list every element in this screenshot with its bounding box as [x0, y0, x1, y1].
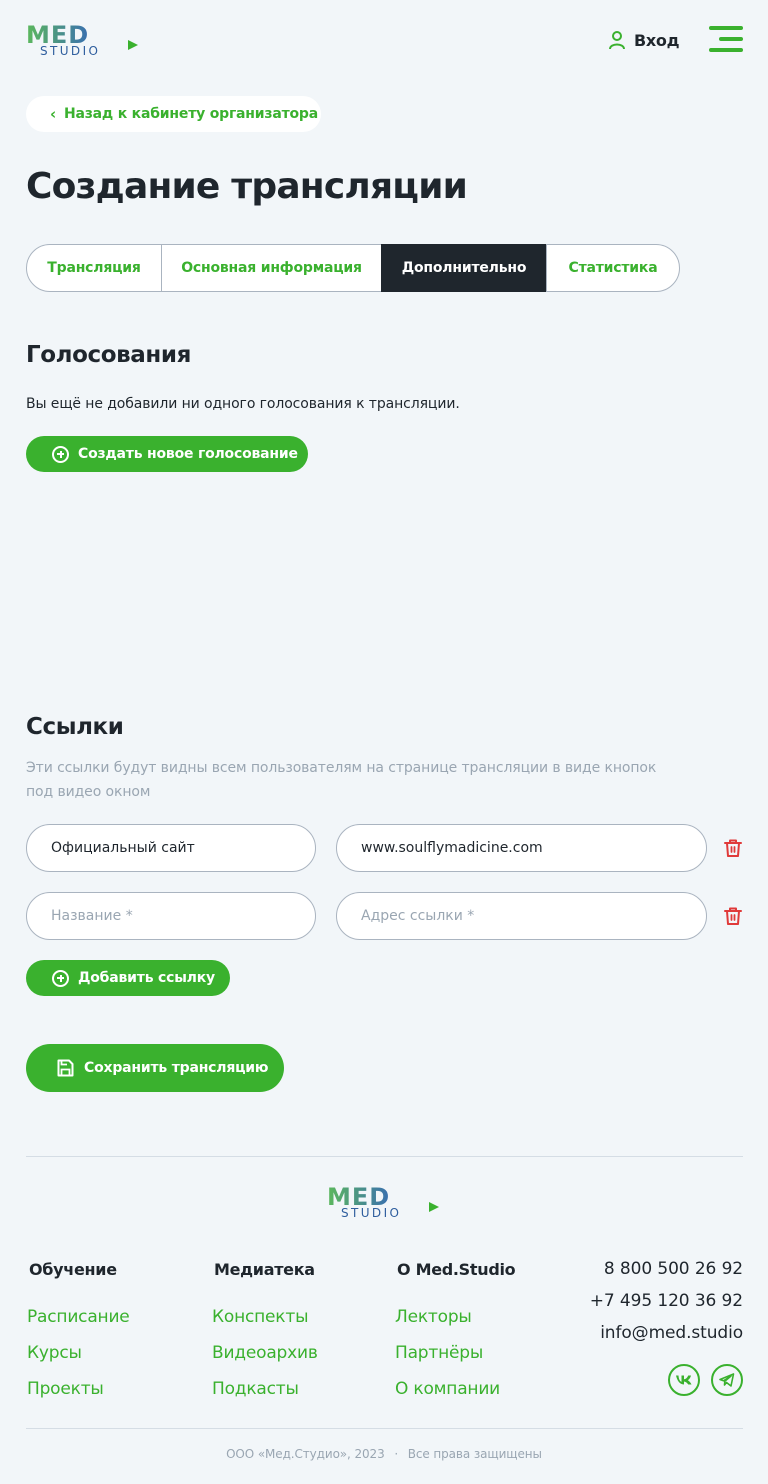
trash-icon	[724, 907, 742, 925]
footer-col-about-title: О Med.Studio	[397, 1260, 516, 1279]
footer-link-podcasts[interactable]: Подкасты	[212, 1379, 299, 1399]
copyright-separator: ·	[394, 1447, 399, 1461]
create-vote-button[interactable]: Создать новое голосование	[26, 436, 308, 472]
footer-link-schedule[interactable]: Расписание	[27, 1307, 130, 1327]
delete-link-button[interactable]	[723, 838, 743, 862]
back-to-cabinet-link[interactable]: ‹ Назад к кабинету организатора	[26, 96, 321, 132]
links-description-line1: Эти ссылки будут видны всем пользователя…	[26, 760, 657, 776]
footer-col-media-title: Медиатека	[214, 1260, 315, 1279]
footer-phone-2[interactable]: +7 495 120 36 92	[590, 1291, 743, 1311]
link-name-input[interactable]	[26, 892, 316, 940]
login-label: Вход	[634, 30, 680, 50]
tab-main-info[interactable]: Основная информация	[161, 244, 382, 292]
links-title: Ссылки	[26, 714, 124, 740]
votes-title: Голосования	[26, 342, 191, 368]
footer-divider	[26, 1156, 743, 1157]
link-url-input[interactable]	[336, 824, 707, 872]
plus-circle-icon	[52, 445, 69, 463]
menu-burger-icon[interactable]	[709, 26, 743, 52]
chevron-left-icon: ‹	[50, 105, 56, 123]
add-link-button[interactable]: Добавить ссылку	[26, 960, 230, 996]
footer-link-courses[interactable]: Курсы	[27, 1343, 82, 1363]
footer-link-lecturers[interactable]: Лекторы	[395, 1307, 472, 1327]
plus-circle-icon	[52, 969, 69, 987]
tab-additional[interactable]: Дополнительно	[381, 244, 547, 292]
footer-link-about-company[interactable]: О компании	[395, 1379, 500, 1399]
add-link-label: Добавить ссылку	[78, 970, 215, 986]
copyright-rights: Все права защищены	[407, 1447, 542, 1461]
delete-link-button[interactable]	[723, 906, 743, 930]
link-url-input[interactable]	[336, 892, 707, 940]
site-logo[interactable]: MED STUDIO	[26, 21, 140, 58]
votes-empty-text: Вы ещё не добавили ни одного голосования…	[26, 396, 460, 412]
footer-copyright: ООО «Мед.Студио», 2023 · Все права защищ…	[0, 1447, 768, 1461]
footer-link-partners[interactable]: Партнёры	[395, 1343, 483, 1363]
tab-bar: Трансляция Основная информация Дополните…	[26, 244, 680, 292]
page-title: Создание трансляции	[26, 166, 468, 207]
vk-icon[interactable]	[668, 1364, 700, 1396]
create-vote-label: Создать новое голосование	[78, 446, 298, 462]
save-icon	[57, 1059, 74, 1077]
links-description: Эти ссылки будут видны всем пользователя…	[26, 756, 656, 804]
footer-email[interactable]: info@med.studio	[600, 1323, 743, 1343]
login-link[interactable]: Вход	[608, 28, 680, 52]
footer-logo[interactable]: MED STUDIO	[327, 1183, 441, 1220]
logo-icon: MED STUDIO	[327, 1183, 439, 1220]
tab-statistics[interactable]: Статистика	[546, 244, 680, 292]
link-name-input[interactable]	[26, 824, 316, 872]
telegram-icon[interactable]	[711, 1364, 743, 1396]
footer-link-projects[interactable]: Проекты	[27, 1379, 104, 1399]
footer-bottom-divider	[26, 1428, 743, 1429]
links-description-line2: под видео окном	[26, 784, 151, 800]
footer-link-video-archive[interactable]: Видеоархив	[212, 1343, 318, 1363]
footer-link-notes[interactable]: Конспекты	[212, 1307, 309, 1327]
user-icon	[609, 31, 625, 50]
svg-text:STUDIO: STUDIO	[341, 1206, 401, 1220]
back-link-label: Назад к кабинету организатора	[63, 106, 318, 122]
svg-text:STUDIO: STUDIO	[40, 44, 100, 58]
save-translation-label: Сохранить трансляцию	[84, 1060, 269, 1076]
trash-icon	[724, 839, 742, 857]
save-translation-button[interactable]: Сохранить трансляцию	[26, 1044, 284, 1092]
logo-icon: MED STUDIO	[26, 21, 138, 58]
copyright-company: ООО «Мед.Студио», 2023	[226, 1447, 385, 1461]
footer-phone-1[interactable]: 8 800 500 26 92	[604, 1259, 743, 1279]
tab-translation[interactable]: Трансляция	[26, 244, 162, 292]
footer-col-education-title: Обучение	[29, 1260, 117, 1279]
